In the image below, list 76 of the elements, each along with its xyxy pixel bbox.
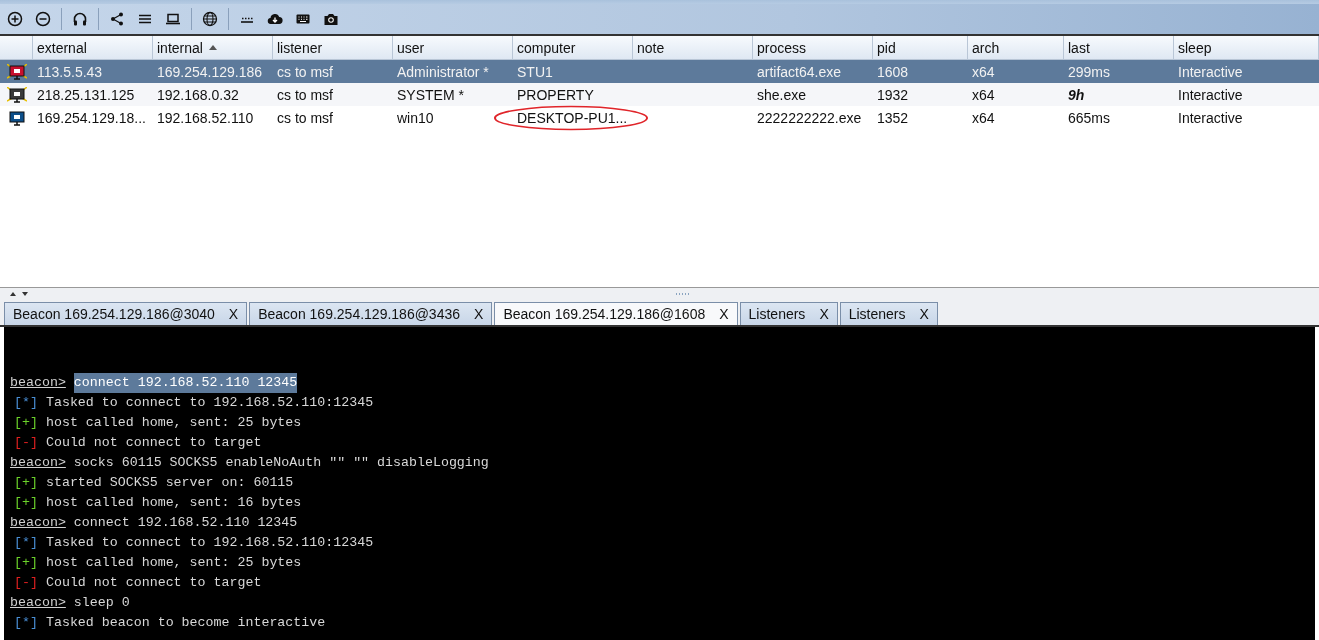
table-cell: PROPERTY <box>517 86 594 103</box>
column-header[interactable]: listener <box>273 36 393 59</box>
column-header[interactable]: process <box>753 36 873 59</box>
table-cell: x64 <box>972 86 995 103</box>
console-line: beacon> socks 60115 SOCKS5 enableNoAuth "" "" disableLogging <box>10 454 489 472</box>
table-cell: 218.25.131.125 <box>37 86 135 103</box>
globe-icon[interactable] <box>202 11 218 27</box>
close-tab-button[interactable]: X <box>228 306 239 322</box>
table-cell: 299ms <box>1068 63 1111 80</box>
close-tab-button[interactable]: X <box>719 306 729 322</box>
table-cell: 1932 <box>877 86 909 103</box>
table-cell: cs to msf <box>277 109 333 126</box>
share-icon[interactable] <box>109 11 125 27</box>
table-cell: Interactive <box>1178 63 1243 80</box>
console-line: beacon> sleep 0 <box>10 594 130 612</box>
table-cell: 2222222222.exe <box>757 109 862 126</box>
console-line: beacon> connect 192.168.52.110 12345 <box>10 514 298 532</box>
cloud-download-icon[interactable] <box>267 11 283 27</box>
table-cell: 1608 <box>877 63 909 80</box>
console-tab[interactable]: Listeners X <box>739 302 838 325</box>
add-circle-icon[interactable] <box>7 11 23 27</box>
table-cell: 169.254.129.186 <box>157 63 263 80</box>
camera-icon[interactable] <box>323 11 339 27</box>
column-header[interactable]: external <box>33 36 153 59</box>
table-cell: win10 <box>397 109 434 126</box>
console-line: [+] host called home, sent: 16 bytes <box>13 494 302 512</box>
console-line: [*] Tasked beacon to become interactive <box>13 614 326 632</box>
column-header[interactable]: arch <box>968 36 1064 59</box>
console-line: [*] Tasked to connect to 192.168.52.110:12345 <box>13 534 374 552</box>
session-row[interactable]: 169.254.129.18... 192.168.52.110 cs to msf win10 DESKTOP-PU1... 2222222222.exe 1352 x64 665ms Interactive <box>0 106 1319 129</box>
headphones-icon[interactable] <box>72 11 88 27</box>
console-line: [+] started SOCKS5 server on: 60115 <box>13 474 294 492</box>
console-line: [*] Tasked to connect to 192.168.52.110:12345 <box>13 394 374 412</box>
table-cell: Interactive <box>1178 109 1243 126</box>
table-cell: 192.168.52.110 <box>157 109 254 126</box>
table-cell: 665ms <box>1068 109 1111 126</box>
close-tab-button[interactable]: X <box>919 306 929 322</box>
laptop-icon[interactable] <box>165 11 181 27</box>
console-line: beacon> connect 192.168.52.110 12345 <box>10 373 298 393</box>
table-cell: 1352 <box>877 109 909 126</box>
column-header[interactable]: last <box>1064 36 1174 59</box>
splitter-grip-icon[interactable] <box>675 292 691 296</box>
console-tab[interactable]: Beacon 169.254.129.186@3040 X <box>4 302 248 325</box>
table-cell: Administrator * <box>397 63 489 80</box>
table-cell: cs to msf <box>277 86 333 103</box>
column-header[interactable]: pid <box>873 36 968 59</box>
session-row[interactable]: 218.25.131.125 192.168.0.32 cs to msf SYSTEM * PROPERTY she.exe 1932 x64 9h Interactive <box>0 83 1319 106</box>
column-header[interactable]: computer <box>513 36 633 59</box>
table-cell: 113.5.5.43 <box>37 63 103 80</box>
table-cell: cs to msf <box>277 63 333 80</box>
close-tab-button[interactable]: X <box>819 306 829 322</box>
remove-circle-icon[interactable] <box>35 11 51 27</box>
close-tab-button[interactable]: X <box>474 306 484 322</box>
table-cell: STU1 <box>517 63 553 80</box>
session-row[interactable]: 113.5.5.43 169.254.129.186 cs to msf Administrator * STU1 artifact64.exe 1608 x64 299ms Interactive <box>0 60 1319 83</box>
console-line: [+] host called home, sent: 25 bytes <box>13 414 302 432</box>
console-line: [-] Could not connect to target <box>13 574 262 592</box>
table-cell: 192.168.0.32 <box>157 86 239 103</box>
table-cell: she.exe <box>757 86 807 103</box>
table-cell: SYSTEM * <box>397 86 464 103</box>
table-cell: x64 <box>972 63 995 80</box>
console-tab[interactable]: Listeners X <box>839 302 938 325</box>
column-header[interactable]: internal <box>153 36 273 59</box>
column-header[interactable]: note <box>633 36 753 59</box>
console-line: [+] host called home, sent: 25 bytes <box>13 554 302 572</box>
console-tab[interactable]: Beacon 169.254.129.186@1608 X <box>494 302 738 325</box>
column-header[interactable]: user <box>393 36 513 59</box>
table-cell: Interactive <box>1178 86 1243 103</box>
table-cell: 169.254.129.18... <box>37 109 146 126</box>
table-cell: artifact64.exe <box>757 63 842 80</box>
table-cell: 9h <box>1068 86 1085 103</box>
column-header[interactable]: sleep <box>1174 36 1319 59</box>
table-cell: x64 <box>972 109 995 126</box>
console-tab[interactable]: Beacon 169.254.129.186@3436 X <box>249 302 493 325</box>
table-cell: DESKTOP-PU1... <box>517 109 628 126</box>
console-line: [-] Could not connect to target <box>13 434 262 452</box>
